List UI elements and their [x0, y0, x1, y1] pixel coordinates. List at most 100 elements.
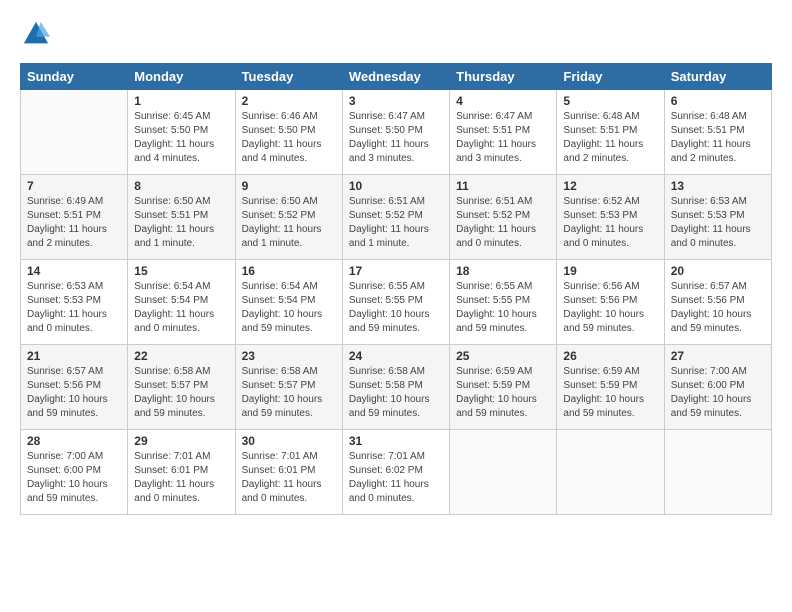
day-header-friday: Friday [557, 64, 664, 90]
day-header-wednesday: Wednesday [342, 64, 449, 90]
day-header-monday: Monday [128, 64, 235, 90]
calendar-cell: 25 Sunrise: 6:59 AM Sunset: 5:59 PM Dayli… [450, 345, 557, 430]
calendar-cell: 23 Sunrise: 6:58 AM Sunset: 5:57 PM Dayli… [235, 345, 342, 430]
calendar-cell: 6Sunrise: 6:48 AM Sunset: 5:51 PM Daylig… [664, 90, 771, 175]
calendar-cell: 13 Sunrise: 6:53 AM Sunset: 5:53 PM Dayli… [664, 175, 771, 260]
day-detail: Sunrise: 7:01 AM Sunset: 6:01 PM Dayligh… [242, 450, 336, 506]
calendar-cell: 29 Sunrise: 7:01 AM Sunset: 6:01 PM Dayli… [128, 430, 235, 515]
day-number: 2 [242, 94, 336, 108]
day-number: 11 [456, 179, 550, 193]
day-detail: Sunrise: 6:57 AM Sunset: 5:56 PM Dayligh… [671, 280, 765, 336]
day-detail: Sunrise: 6:53 AM Sunset: 5:53 PM Dayligh… [671, 195, 765, 251]
calendar-cell [21, 90, 128, 175]
calendar-cell: 17 Sunrise: 6:55 AM Sunset: 5:55 PM Dayli… [342, 260, 449, 345]
day-number: 4 [456, 94, 550, 108]
calendar-cell: 28 Sunrise: 7:00 AM Sunset: 6:00 PM Dayli… [21, 430, 128, 515]
calendar-cell: 20 Sunrise: 6:57 AM Sunset: 5:56 PM Dayli… [664, 260, 771, 345]
day-number: 24 [349, 349, 443, 363]
day-number: 19 [563, 264, 657, 278]
day-detail: Sunrise: 7:00 AM Sunset: 6:00 PM Dayligh… [671, 365, 765, 421]
day-detail: Sunrise: 6:58 AM Sunset: 5:58 PM Dayligh… [349, 365, 443, 421]
day-detail: Sunrise: 6:47 AM Sunset: 5:51 PM Dayligh… [456, 110, 550, 166]
calendar-cell [664, 430, 771, 515]
day-detail: Sunrise: 6:52 AM Sunset: 5:53 PM Dayligh… [563, 195, 657, 251]
day-detail: Sunrise: 6:48 AM Sunset: 5:51 PM Dayligh… [671, 110, 765, 166]
day-detail: Sunrise: 6:53 AM Sunset: 5:53 PM Dayligh… [27, 280, 121, 336]
day-detail: Sunrise: 6:50 AM Sunset: 5:51 PM Dayligh… [134, 195, 228, 251]
day-number: 3 [349, 94, 443, 108]
day-number: 13 [671, 179, 765, 193]
day-number: 12 [563, 179, 657, 193]
day-number: 28 [27, 434, 121, 448]
day-detail: Sunrise: 7:01 AM Sunset: 6:01 PM Dayligh… [134, 450, 228, 506]
day-detail: Sunrise: 6:55 AM Sunset: 5:55 PM Dayligh… [349, 280, 443, 336]
day-number: 21 [27, 349, 121, 363]
day-number: 8 [134, 179, 228, 193]
calendar-cell: 7 Sunrise: 6:49 AM Sunset: 5:51 PM Daylig… [21, 175, 128, 260]
calendar-cell: 12 Sunrise: 6:52 AM Sunset: 5:53 PM Dayli… [557, 175, 664, 260]
day-detail: Sunrise: 6:47 AM Sunset: 5:50 PM Dayligh… [349, 110, 443, 166]
day-detail: Sunrise: 6:56 AM Sunset: 5:56 PM Dayligh… [563, 280, 657, 336]
calendar-cell: 27 Sunrise: 7:00 AM Sunset: 6:00 PM Dayli… [664, 345, 771, 430]
day-detail: Sunrise: 6:57 AM Sunset: 5:56 PM Dayligh… [27, 365, 121, 421]
day-number: 15 [134, 264, 228, 278]
day-detail: Sunrise: 6:59 AM Sunset: 5:59 PM Dayligh… [456, 365, 550, 421]
logo-icon [22, 20, 50, 48]
calendar-cell: 9Sunrise: 6:50 AM Sunset: 5:52 PM Daylig… [235, 175, 342, 260]
day-number: 7 [27, 179, 121, 193]
day-detail: Sunrise: 6:45 AM Sunset: 5:50 PM Dayligh… [134, 110, 228, 166]
day-number: 23 [242, 349, 336, 363]
day-number: 1 [134, 94, 228, 108]
day-header-sunday: Sunday [21, 64, 128, 90]
calendar-cell: 26 Sunrise: 6:59 AM Sunset: 5:59 PM Dayli… [557, 345, 664, 430]
day-number: 5 [563, 94, 657, 108]
day-number: 30 [242, 434, 336, 448]
calendar-cell: 2 Sunrise: 6:46 AM Sunset: 5:50 PM Daylig… [235, 90, 342, 175]
day-number: 22 [134, 349, 228, 363]
calendar-cell: 14 Sunrise: 6:53 AM Sunset: 5:53 PM Dayli… [21, 260, 128, 345]
logo [20, 20, 50, 53]
calendar-cell: 8 Sunrise: 6:50 AM Sunset: 5:51 PM Daylig… [128, 175, 235, 260]
calendar-cell: 3 Sunrise: 6:47 AM Sunset: 5:50 PM Daylig… [342, 90, 449, 175]
calendar-cell [557, 430, 664, 515]
calendar-cell: 18 Sunrise: 6:55 AM Sunset: 5:55 PM Dayli… [450, 260, 557, 345]
calendar-cell: 24 Sunrise: 6:58 AM Sunset: 5:58 PM Dayli… [342, 345, 449, 430]
day-detail: Sunrise: 6:58 AM Sunset: 5:57 PM Dayligh… [134, 365, 228, 421]
day-number: 26 [563, 349, 657, 363]
day-number: 31 [349, 434, 443, 448]
day-detail: Sunrise: 6:51 AM Sunset: 5:52 PM Dayligh… [349, 195, 443, 251]
calendar-cell: 15 Sunrise: 6:54 AM Sunset: 5:54 PM Dayli… [128, 260, 235, 345]
calendar-cell: 31 Sunrise: 7:01 AM Sunset: 6:02 PM Dayli… [342, 430, 449, 515]
calendar-table: SundayMondayTuesdayWednesdayThursdayFrid… [20, 63, 772, 515]
day-detail: Sunrise: 7:00 AM Sunset: 6:00 PM Dayligh… [27, 450, 121, 506]
day-number: 29 [134, 434, 228, 448]
page-header [20, 20, 772, 53]
calendar-cell [450, 430, 557, 515]
day-detail: Sunrise: 6:58 AM Sunset: 5:57 PM Dayligh… [242, 365, 336, 421]
day-detail: Sunrise: 6:46 AM Sunset: 5:50 PM Dayligh… [242, 110, 336, 166]
calendar-cell: 11 Sunrise: 6:51 AM Sunset: 5:52 PM Dayli… [450, 175, 557, 260]
day-detail: Sunrise: 6:54 AM Sunset: 5:54 PM Dayligh… [134, 280, 228, 336]
calendar-cell: 4 Sunrise: 6:47 AM Sunset: 5:51 PM Daylig… [450, 90, 557, 175]
day-number: 16 [242, 264, 336, 278]
day-header-tuesday: Tuesday [235, 64, 342, 90]
day-detail: Sunrise: 6:59 AM Sunset: 5:59 PM Dayligh… [563, 365, 657, 421]
day-detail: Sunrise: 7:01 AM Sunset: 6:02 PM Dayligh… [349, 450, 443, 506]
day-detail: Sunrise: 6:51 AM Sunset: 5:52 PM Dayligh… [456, 195, 550, 251]
day-header-saturday: Saturday [664, 64, 771, 90]
day-header-thursday: Thursday [450, 64, 557, 90]
day-number: 17 [349, 264, 443, 278]
day-number: 27 [671, 349, 765, 363]
calendar-cell: 16Sunrise: 6:54 AM Sunset: 5:54 PM Dayli… [235, 260, 342, 345]
calendar-cell: 10Sunrise: 6:51 AM Sunset: 5:52 PM Dayli… [342, 175, 449, 260]
calendar-cell: 5 Sunrise: 6:48 AM Sunset: 5:51 PM Daylig… [557, 90, 664, 175]
day-number: 18 [456, 264, 550, 278]
day-detail: Sunrise: 6:55 AM Sunset: 5:55 PM Dayligh… [456, 280, 550, 336]
day-number: 14 [27, 264, 121, 278]
day-number: 25 [456, 349, 550, 363]
day-detail: Sunrise: 6:48 AM Sunset: 5:51 PM Dayligh… [563, 110, 657, 166]
day-number: 20 [671, 264, 765, 278]
calendar-cell: 22 Sunrise: 6:58 AM Sunset: 5:57 PM Dayli… [128, 345, 235, 430]
day-detail: Sunrise: 6:49 AM Sunset: 5:51 PM Dayligh… [27, 195, 121, 251]
day-number: 9 [242, 179, 336, 193]
